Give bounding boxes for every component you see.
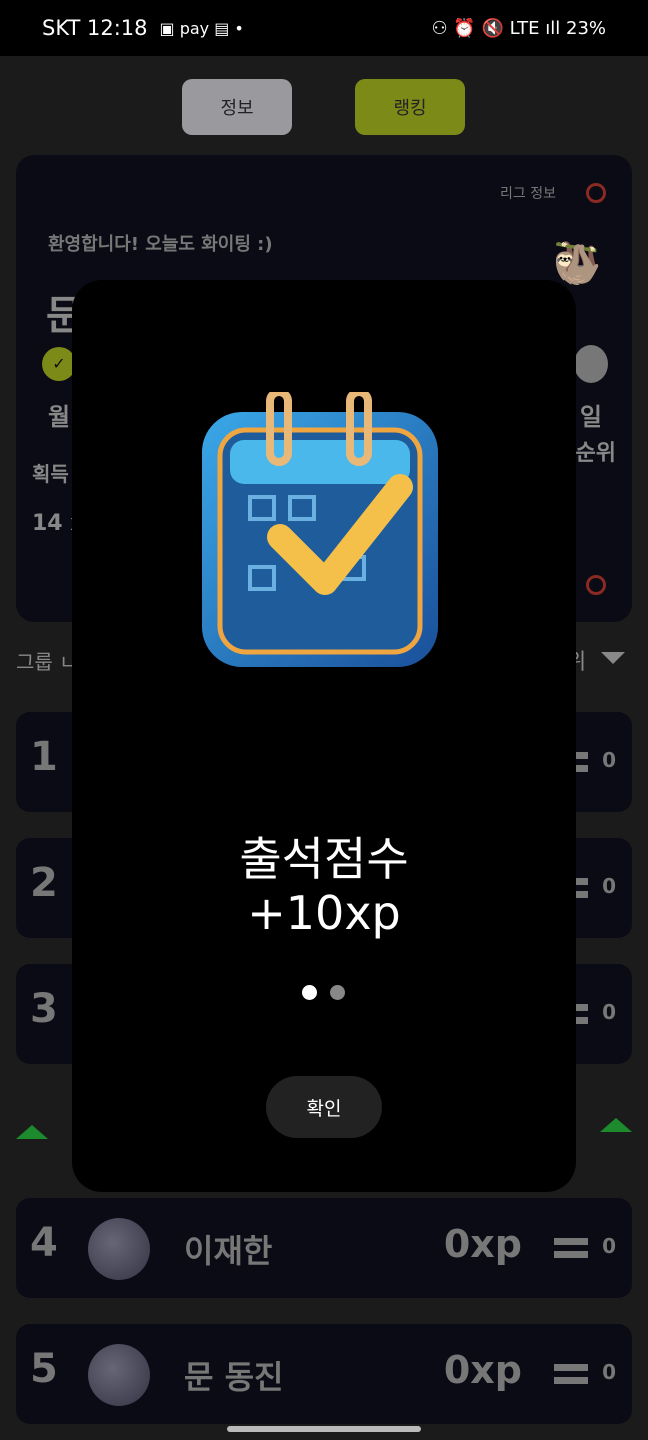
avatar <box>88 1344 150 1406</box>
rank-change: 0 <box>602 748 616 772</box>
user-name: 문 동진 <box>184 1358 284 1396</box>
rank-change: 0 <box>602 1360 616 1384</box>
tab-ranking[interactable]: 랭킹 <box>355 79 465 135</box>
xp-value: 0xp <box>443 1348 522 1392</box>
attendance-reward-modal: 출석점수 +10xp 확인 <box>72 280 576 1192</box>
carrier-time: SKT 12:18 <box>42 16 148 40</box>
page-indicator-active[interactable] <box>302 985 317 1000</box>
promotion-up-icon <box>16 1125 48 1139</box>
info-icon[interactable] <box>586 183 606 203</box>
modal-title: 출석점수 <box>239 832 409 886</box>
confirm-button[interactable]: 확인 <box>266 1076 382 1138</box>
day-empty-icon <box>574 345 608 383</box>
reward-xp: +10xp <box>247 886 401 940</box>
rank-label: 순위 <box>575 441 616 466</box>
rank-change: 0 <box>602 1234 616 1258</box>
day-check-icon: ✓ <box>42 347 76 381</box>
rank-number: 5 <box>30 1346 58 1392</box>
ranking-row[interactable]: 4 이재한 0xp 0 <box>16 1198 632 1298</box>
rank-change: 0 <box>602 874 616 898</box>
rank-change: 0 <box>602 1000 616 1024</box>
group-label: 그룹 ㄴ <box>16 650 78 674</box>
rank-number: 1 <box>30 734 58 780</box>
earned-label: 획득 <box>32 462 69 486</box>
tab-info[interactable]: 정보 <box>182 79 292 135</box>
rank-number: 4 <box>30 1220 58 1266</box>
ranking-row[interactable]: 5 문 동진 0xp 0 <box>16 1324 632 1424</box>
notification-icons: ▣ pay ▤ • <box>159 18 244 38</box>
home-indicator[interactable] <box>227 1426 421 1432</box>
xp-value: 0xp <box>443 1222 522 1266</box>
user-name: 이재한 <box>184 1232 273 1270</box>
info-icon[interactable] <box>586 575 606 595</box>
mascot-sloth-icon: 🦥 <box>552 241 602 287</box>
league-info-link[interactable]: 리그 정보 <box>500 183 556 203</box>
status-bar: SKT 12:18 ▣ pay ▤ • ⚇ ⏰ 🔇 LTE ıll 23% <box>0 0 648 56</box>
rank-number: 2 <box>30 860 58 906</box>
promotion-up-icon <box>600 1118 632 1132</box>
rank-number: 3 <box>30 986 58 1032</box>
calendar-check-icon <box>202 392 438 667</box>
system-icons: ⚇ ⏰ 🔇 LTE ıll 23% <box>431 17 607 39</box>
day-sun: 일 <box>579 403 602 431</box>
chevron-down-icon[interactable] <box>601 652 625 664</box>
day-mon: 월 <box>48 403 71 431</box>
avatar <box>88 1218 150 1280</box>
no-change-icon <box>554 1364 588 1384</box>
greeting: 환영합니다! 오늘도 화이팅 :) <box>48 234 273 255</box>
no-change-icon <box>554 1238 588 1258</box>
page-indicator[interactable] <box>330 985 345 1000</box>
